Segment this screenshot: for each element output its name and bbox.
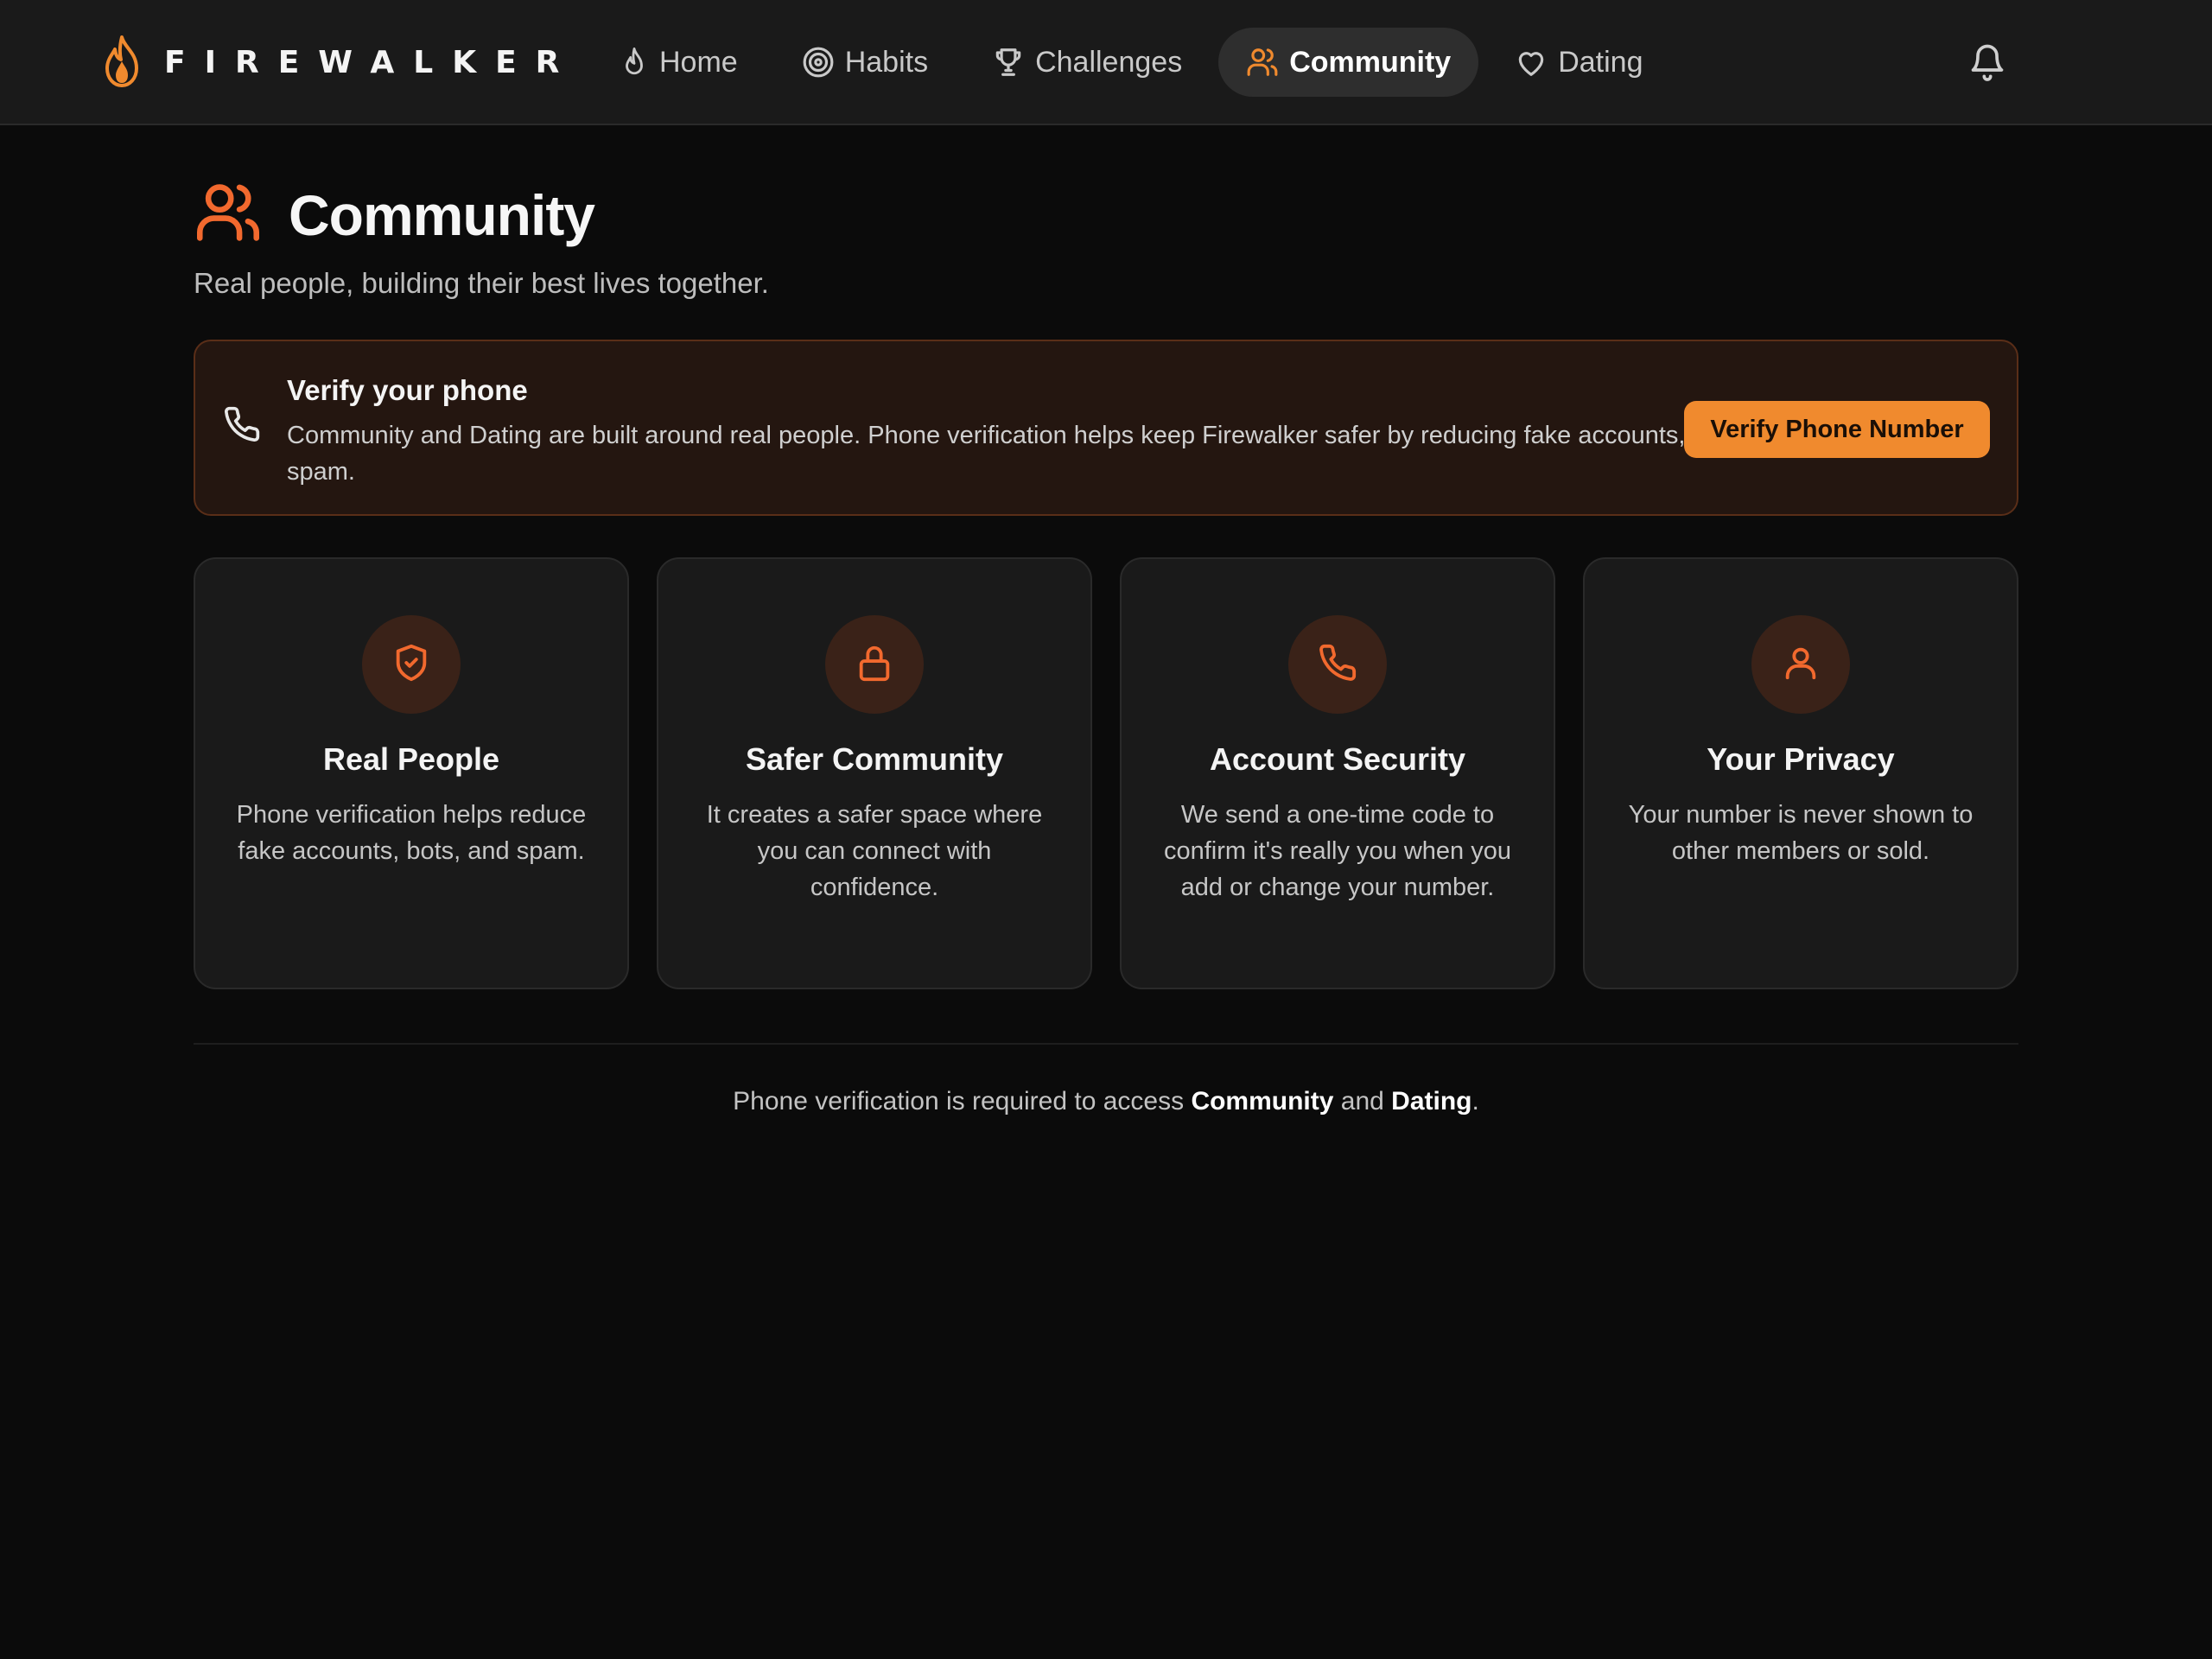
bell-icon [1968, 39, 2006, 86]
main-nav: Home Habits Challenges Community Dating [592, 26, 1670, 99]
title-row: Community [194, 181, 769, 248]
nav-item-label: Home [659, 45, 738, 79]
users-icon [194, 181, 263, 248]
card-icon-badge [1288, 615, 1387, 714]
nav-item-label: Dating [1558, 45, 1643, 79]
trophy-icon [992, 46, 1025, 79]
footer-dating-label: Dating [1391, 1087, 1472, 1116]
card-text: We send a one-time code to confirm it's … [1163, 801, 1512, 901]
target-icon [802, 46, 835, 79]
top-navigation-bar: FIREWALKER Home Habits Challenges Commun… [0, 0, 2212, 125]
nav-item-challenges[interactable]: Challenges [964, 28, 1210, 97]
nav-item-label: Habits [844, 45, 929, 79]
nav-item-label: Challenges [1035, 45, 1183, 79]
banner-title: Verify your phone [287, 374, 528, 406]
heart-icon [1515, 46, 1548, 79]
divider [194, 1043, 2018, 1045]
user-icon [1781, 643, 1821, 687]
card-title: Safer Community [745, 741, 1004, 777]
footer-note: Phone verification is required to access… [0, 1087, 2212, 1116]
verify-phone-button[interactable]: Verify Phone Number [1684, 401, 1990, 458]
shield-check-icon [391, 643, 431, 687]
notifications-button[interactable] [1961, 35, 2013, 90]
nav-item-home[interactable]: Home [592, 28, 766, 97]
feature-cards: Real People Phone verification helps red… [194, 557, 2018, 989]
users-icon [1246, 46, 1279, 79]
flame-icon [620, 46, 649, 79]
page-title: Community [289, 182, 595, 247]
feature-card-safer-community: Safer Community It creates a safer space… [657, 557, 1092, 989]
card-text: Phone verification helps reduce fake acc… [236, 801, 587, 865]
card-title: Real People [322, 741, 500, 777]
card-icon-badge [825, 615, 924, 714]
page-subtitle: Real people, building their best lives t… [194, 267, 769, 299]
footer-text: and [1333, 1087, 1392, 1116]
footer-text: . [1471, 1087, 1479, 1116]
brand[interactable]: FIREWALKER [99, 35, 578, 90]
phone-icon [1318, 643, 1357, 687]
footer-text: Phone verification is required to access [733, 1087, 1192, 1116]
feature-card-your-privacy: Your Privacy Your number is never shown … [1583, 557, 2018, 989]
nav-item-habits[interactable]: Habits [774, 28, 956, 97]
lock-icon [855, 643, 894, 687]
page-header: Community Real people, building their be… [194, 181, 769, 300]
card-text: Your number is never shown to other memb… [1628, 801, 1974, 865]
feature-card-account-security: Account Security We send a one-time code… [1120, 557, 1555, 989]
footer-community-label: Community [1191, 1087, 1334, 1116]
card-icon-badge [1751, 615, 1850, 714]
nav-item-dating[interactable]: Dating [1487, 28, 1670, 97]
flame-logo-icon [99, 35, 145, 89]
feature-card-real-people: Real People Phone verification helps red… [194, 557, 629, 989]
card-title: Your Privacy [1707, 741, 1895, 777]
nav-item-community[interactable]: Community [1218, 28, 1479, 97]
card-text: It creates a safer space where you can c… [706, 801, 1043, 901]
verify-phone-banner: Verify your phone Community and Dating a… [194, 340, 2018, 516]
card-icon-badge [362, 615, 461, 714]
brand-name: FIREWALKER [164, 44, 579, 80]
banner-text: Community and Dating are built around re… [287, 422, 1796, 486]
nav-item-label: Community [1289, 45, 1452, 79]
card-title: Account Security [1209, 741, 1466, 777]
phone-icon [223, 405, 261, 448]
